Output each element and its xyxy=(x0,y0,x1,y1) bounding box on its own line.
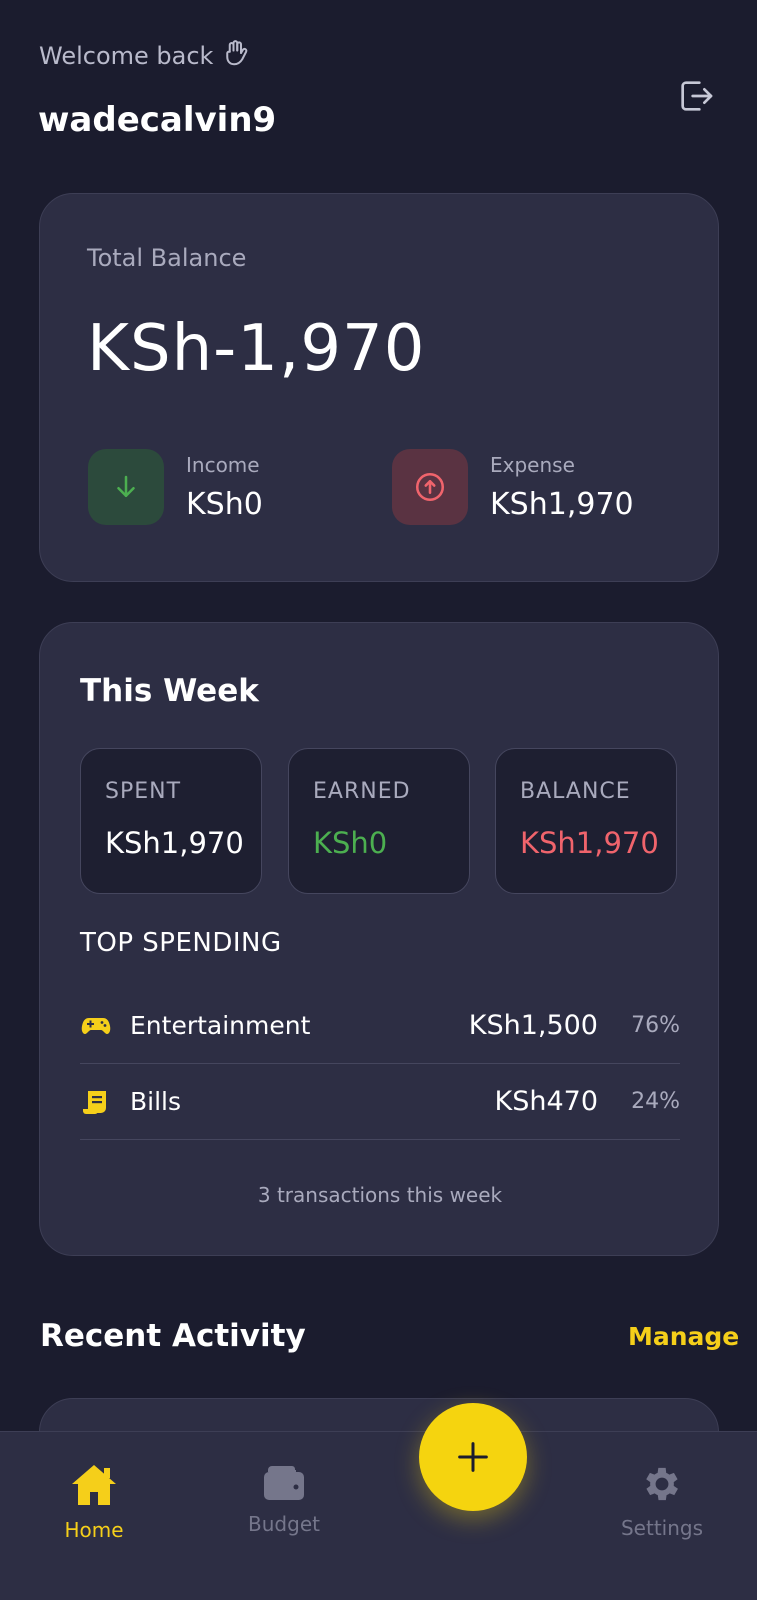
balance-card: Total Balance KSh-1,970 Income KSh0 Expe… xyxy=(39,193,719,582)
transaction-count: 3 transactions this week xyxy=(257,1183,503,1207)
balance-label: Total Balance xyxy=(87,244,247,272)
this-week-title: This Week xyxy=(80,673,259,709)
top-spending-title: TOP SPENDING xyxy=(80,928,282,958)
this-week-card: This Week SPENT KSh1,970 EARNED KSh0 BAL… xyxy=(39,622,719,1256)
category-name: Bills xyxy=(130,1087,182,1116)
spent-value: KSh1,970 xyxy=(105,826,244,860)
nav-budget-label: Budget xyxy=(248,1512,320,1536)
week-balance-box: BALANCE KSh1,970 xyxy=(495,748,677,894)
home-icon xyxy=(72,1465,116,1505)
manage-link[interactable]: Manage xyxy=(628,1322,739,1351)
top-spending-row[interactable]: Entertainment KSh1,500 76% xyxy=(80,988,680,1064)
gamepad-icon xyxy=(80,1010,112,1042)
category-amount: KSh1,500 xyxy=(468,1010,598,1041)
expense-value: KSh1,970 xyxy=(490,486,634,522)
income-value: KSh0 xyxy=(186,486,263,522)
spent-label: SPENT xyxy=(105,779,182,804)
wallet-icon xyxy=(264,1466,304,1500)
category-percent: 76% xyxy=(631,1013,680,1038)
nav-settings-label: Settings xyxy=(620,1516,704,1540)
top-spending-row[interactable]: Bills KSh470 24% xyxy=(80,1064,680,1140)
earned-value: KSh0 xyxy=(313,826,388,860)
week-balance-value: KSh1,970 xyxy=(520,826,659,860)
welcome-text: Welcome back xyxy=(39,38,251,74)
welcome-label: Welcome back xyxy=(39,42,214,70)
income-label: Income xyxy=(186,452,260,477)
earned-label: EARNED xyxy=(313,779,411,804)
logout-icon xyxy=(681,81,713,111)
gear-icon xyxy=(646,1467,678,1501)
recent-activity-title: Recent Activity xyxy=(40,1318,306,1354)
earned-box: EARNED KSh0 xyxy=(288,748,470,894)
spent-box: SPENT KSh1,970 xyxy=(80,748,262,894)
waving-hand-icon xyxy=(221,38,251,74)
plus-icon xyxy=(458,1442,488,1472)
username: wadecalvin9 xyxy=(38,100,277,140)
expense-label: Expense xyxy=(490,452,575,477)
income-icon-box xyxy=(88,449,164,525)
week-balance-label: BALANCE xyxy=(520,779,631,804)
receipt-icon xyxy=(80,1086,112,1118)
nav-home[interactable]: Home xyxy=(39,1462,149,1542)
add-transaction-button[interactable] xyxy=(419,1403,527,1511)
category-amount: KSh470 xyxy=(494,1086,599,1117)
income-stat: Income KSh0 xyxy=(88,449,263,525)
category-name: Entertainment xyxy=(130,1011,311,1040)
bottom-navigation: Home Budget Settings xyxy=(0,1431,757,1600)
expense-stat: Expense KSh1,970 xyxy=(392,449,634,525)
category-percent: 24% xyxy=(631,1089,680,1114)
balance-amount: KSh-1,970 xyxy=(87,312,426,386)
expense-icon-box xyxy=(392,449,468,525)
logout-button[interactable] xyxy=(674,74,718,118)
nav-budget[interactable]: Budget xyxy=(229,1462,339,1536)
nav-home-label: Home xyxy=(64,1518,124,1542)
arrow-down-icon xyxy=(117,475,135,497)
arrow-up-circle-icon xyxy=(415,472,445,502)
nav-settings[interactable]: Settings xyxy=(607,1462,717,1540)
